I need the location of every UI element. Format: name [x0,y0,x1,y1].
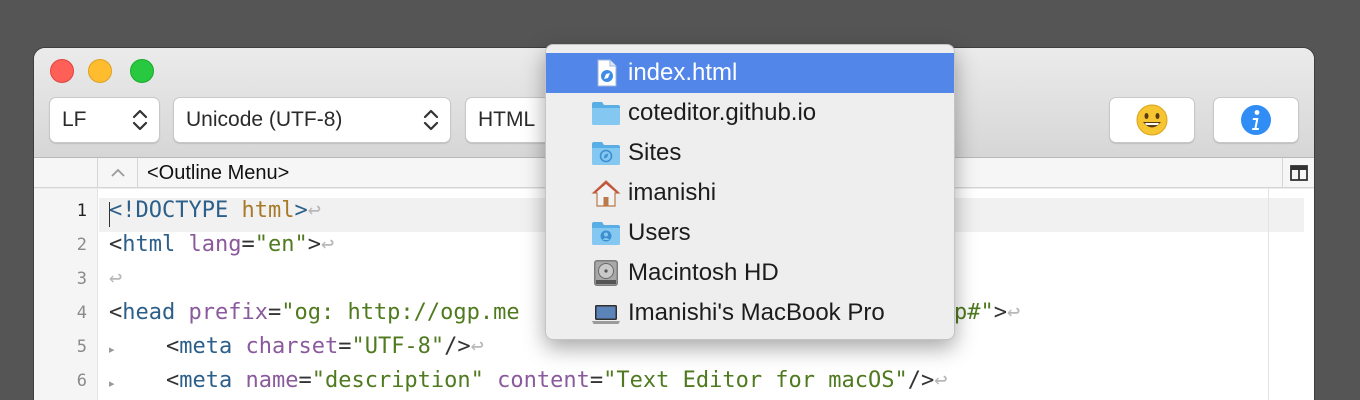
path-menu-item-coteditor-github-io[interactable]: coteditor.github.io [546,93,954,133]
path-menu-item-label: coteditor.github.io [628,99,817,126]
path-menu-item-macbook-pro[interactable]: Imanishi's MacBook Pro [546,293,954,333]
sites-folder-icon [592,142,620,165]
outline-menu[interactable]: <Outline Menu> [147,162,289,185]
laptop-icon [592,305,620,324]
path-menu-item-users[interactable]: Users [546,213,954,253]
users-folder-icon [592,222,620,245]
page-guide [1268,189,1269,400]
code-line: ↩ [109,266,123,291]
popup-arrows-icon [132,109,148,131]
path-menu-item-label: imanishi [628,179,717,206]
document-path-menu: index.html coteditor.github.io Sites ima… [545,44,955,340]
html-document-icon [597,59,617,87]
line-number: 6 [76,371,87,391]
fold-marker-icon[interactable]: ▸ [109,343,115,356]
line-number: 2 [76,235,87,255]
folder-icon [592,102,620,125]
chevron-up-icon [110,168,125,177]
path-menu-item-label: Macintosh HD [628,259,779,286]
code-line: <meta charset="UTF-8"/>↩ [166,334,484,359]
line-number: 1 [76,201,87,221]
split-editor-button[interactable] [1282,158,1314,188]
close-window-button[interactable] [50,59,74,83]
previous-outline-button[interactable] [98,158,138,188]
home-icon [591,180,621,207]
code-line: <meta name="description" content="Text E… [166,368,948,393]
path-menu-item-macintosh-hd[interactable]: Macintosh HD [546,253,954,293]
hard-drive-icon [594,260,618,286]
minimize-window-button[interactable] [88,59,112,83]
path-menu-item-label: index.html [628,59,738,86]
syntax-style-value: HTML [478,108,536,131]
path-menu-item-imanishi[interactable]: imanishi [546,173,954,213]
code-line-tail: p#">↩ [954,300,1021,325]
inspector-button[interactable] [1213,97,1299,143]
code-line: <!DOCTYPE html>↩ [109,198,321,223]
zoom-window-button[interactable] [130,59,154,83]
code-line: <html lang="en">↩ [109,232,335,257]
navbar-gutter [34,158,98,188]
code-line: <head prefix="og: http://ogp.me [109,300,520,325]
encoding-popup[interactable]: Unicode (UTF-8) [173,97,451,143]
path-menu-item-label: Users [628,219,691,246]
popup-arrows-icon [423,109,439,131]
smiley-face-icon [1136,104,1168,136]
line-number: 4 [76,303,87,323]
line-number: 5 [76,337,87,357]
split-view-icon [1289,165,1308,181]
encoding-value: Unicode (UTF-8) [186,108,343,131]
path-menu-item-label: Sites [628,139,682,166]
line-ending-value: LF [62,108,87,131]
path-menu-item-sites[interactable]: Sites [546,133,954,173]
line-ending-popup[interactable]: LF [49,97,160,143]
path-menu-item-index-html[interactable]: index.html [546,53,954,93]
path-menu-item-label: Imanishi's MacBook Pro [628,299,885,326]
line-number: 3 [76,269,87,289]
info-icon [1241,105,1271,135]
text-caret [109,202,110,227]
emoji-button[interactable] [1109,97,1195,143]
fold-marker-icon[interactable]: ▸ [109,377,115,390]
line-number-gutter: 1 2 3 4 5 6 [34,189,98,400]
